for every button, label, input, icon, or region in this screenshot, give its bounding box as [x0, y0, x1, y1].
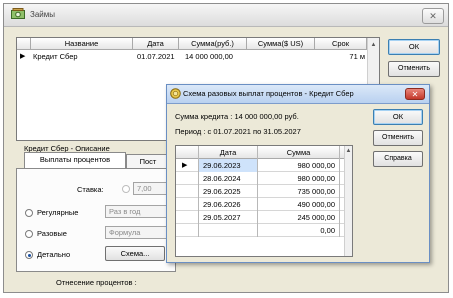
window-title: Займы [30, 10, 55, 19]
payment-schedule-table[interactable]: Дата Сумма ▶ 29.06.2023 980 000,00 28.06… [175, 145, 353, 257]
column-header-term[interactable]: Срок [315, 38, 367, 50]
cell-amount[interactable]: 490 000,00 [258, 198, 340, 211]
regular-label[interactable]: Регулярные [37, 208, 78, 217]
close-button[interactable]: ✕ [422, 8, 444, 24]
dialog-close-button[interactable]: ✕ [405, 88, 425, 100]
interest-schedule-dialog: Схема разовых выплат процентов - Кредит … [166, 84, 430, 263]
schema-button[interactable]: Схема... [105, 246, 165, 261]
window-titlebar[interactable]: Займы ✕ [4, 4, 448, 27]
row-pointer-icon: ▶ [20, 53, 26, 60]
one-time-radio[interactable] [25, 230, 33, 238]
regular-radio[interactable] [25, 209, 33, 217]
cell-amount[interactable]: 0,00 [258, 224, 340, 237]
cell-date[interactable]: 29.06.2026 [198, 198, 258, 211]
table-row[interactable]: 29.06.2025 735 000,00 [176, 185, 346, 198]
column-header-sum-usd[interactable]: Сумма($ US) [247, 38, 315, 50]
scroll-up-icon[interactable]: ▲ [345, 146, 352, 156]
detailed-label[interactable]: Детально [37, 250, 70, 259]
cell-amount[interactable]: 980 000,00 [258, 159, 340, 172]
cell-date[interactable] [198, 224, 258, 237]
cell-sum-usd[interactable] [249, 51, 313, 63]
cell-date[interactable]: 01.07.2021 [137, 51, 179, 63]
dialog-cancel-button[interactable]: Отменить [373, 130, 423, 146]
current-row-pointer-icon: ▶ [182, 162, 188, 169]
rate-label: Ставка: [77, 185, 104, 194]
column-header-date[interactable]: Дата [133, 38, 179, 50]
cell-date[interactable]: 28.06.2024 [198, 172, 258, 185]
cell-date[interactable]: 29.06.2025 [198, 185, 258, 198]
column-header-date[interactable]: Дата [198, 146, 258, 159]
table-row[interactable]: 0,00 [176, 224, 346, 237]
table-row[interactable]: 29.06.2026 490 000,00 [176, 198, 346, 211]
row-header-corner [17, 38, 31, 50]
column-header-name[interactable]: Название [31, 38, 133, 50]
interest-relation-label: Отнесение процентов : [56, 278, 137, 287]
cell-amount[interactable]: 735 000,00 [258, 185, 340, 198]
cell-amount[interactable]: 980 000,00 [258, 172, 340, 185]
cell-date[interactable]: 29.05.2027 [198, 211, 258, 224]
schedule-header-row: Дата Сумма [176, 146, 346, 159]
scroll-up-icon[interactable]: ▲ [368, 40, 379, 50]
formula-field[interactable]: Формула [105, 226, 173, 239]
column-header-sum-rub[interactable]: Сумма(руб.) [179, 38, 247, 50]
rate-indicator-radio [122, 185, 130, 193]
detailed-radio[interactable] [25, 251, 33, 259]
dialog-titlebar[interactable]: Схема разовых выплат процентов - Кредит … [167, 85, 429, 104]
cell-term[interactable]: 71 м [335, 51, 365, 63]
cell-amount[interactable]: 245 000,00 [258, 211, 340, 224]
money-icon [11, 8, 25, 19]
period-text: Период : с 01.07.2021 по 31.05.2027 [175, 127, 301, 136]
table-row[interactable]: ▶ 29.06.2023 980 000,00 [176, 159, 346, 172]
column-header-amount[interactable]: Сумма [258, 146, 340, 159]
cancel-button[interactable]: Отменить [388, 61, 440, 77]
one-time-label[interactable]: Разовые [37, 229, 67, 238]
cell-sum-rub[interactable]: 14 000 000,00 [185, 51, 247, 63]
interest-payments-panel: Ставка: 7,00 Регулярные Раз в год Разовы… [16, 168, 176, 272]
tab-interest-payments[interactable]: Выплаты процентов [24, 152, 126, 168]
table-row[interactable]: 29.05.2027 245 000,00 [176, 211, 346, 224]
dialog-ok-button[interactable]: ОК [373, 109, 423, 125]
regular-frequency-field[interactable]: Раз в год [105, 205, 173, 218]
coin-icon [170, 88, 181, 99]
schedule-vertical-scrollbar[interactable]: ▲ [344, 146, 352, 256]
dialog-help-button[interactable]: Справка [373, 151, 423, 167]
dialog-title: Схема разовых выплат процентов - Кредит … [183, 89, 354, 98]
table-row[interactable]: 28.06.2024 980 000,00 [176, 172, 346, 185]
ok-button[interactable]: ОК [388, 39, 440, 55]
cell-date[interactable]: 29.06.2023 [198, 159, 258, 172]
tab-post[interactable]: Пост [126, 154, 170, 168]
loan-sum-text: Сумма кредита : 14 000 000,00 руб. [175, 112, 299, 121]
cell-name[interactable]: Кредит Сбер [33, 51, 131, 63]
